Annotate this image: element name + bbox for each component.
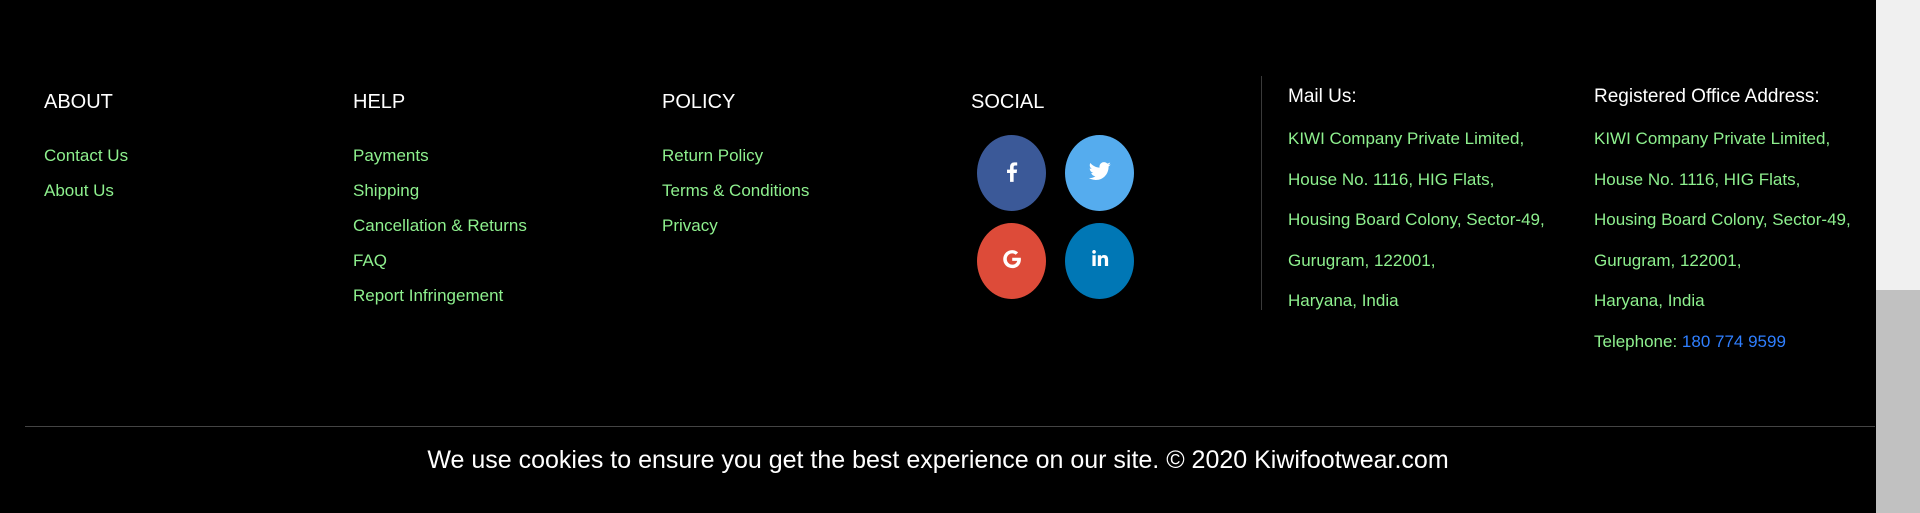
- help-column: HELP Payments Shipping Cancellation & Re…: [353, 90, 527, 313]
- social-title: SOCIAL: [971, 91, 1045, 113]
- telephone-label: Telephone:: [1594, 331, 1678, 351]
- mail-address-line: Gurugram, 122001,: [1288, 250, 1436, 270]
- facebook-button[interactable]: [977, 135, 1046, 211]
- linkedin-button[interactable]: [1065, 223, 1134, 299]
- horizontal-divider: [25, 426, 1875, 427]
- mail-address-line: KIWI Company Private Limited,: [1288, 129, 1525, 148]
- vertical-divider: [1261, 76, 1262, 310]
- mail-address-line: House No. 1116, HIG Flats,: [1288, 169, 1495, 189]
- faq-link[interactable]: FAQ: [353, 243, 527, 278]
- telephone-number-link[interactable]: 180 774 9599: [1682, 332, 1786, 351]
- help-title: HELP: [353, 91, 406, 113]
- mail-address-line: Haryana, India: [1288, 291, 1399, 310]
- telephone-line: Telephone: 180 774 9599: [1594, 322, 1851, 363]
- privacy-link[interactable]: Privacy: [662, 208, 809, 243]
- policy-title: POLICY: [662, 91, 736, 113]
- about-column: ABOUT Contact Us About Us: [44, 90, 128, 208]
- mail-us-title: Mail Us:: [1288, 86, 1357, 107]
- cookie-copyright-notice: We use cookies to ensure you get the bes…: [427, 446, 1449, 474]
- twitter-icon: [1087, 158, 1113, 189]
- office-address-line: KIWI Company Private Limited,: [1594, 129, 1831, 148]
- report-infringement-link[interactable]: Report Infringement: [353, 278, 527, 313]
- shipping-link[interactable]: Shipping: [353, 173, 527, 208]
- contact-us-link[interactable]: Contact Us: [44, 138, 128, 173]
- google-icon: [999, 246, 1025, 277]
- mail-address-line: Housing Board Colony, Sector-49,: [1288, 210, 1545, 229]
- scrollbar-thumb[interactable]: [1876, 290, 1920, 513]
- office-address-line: Haryana, India: [1594, 291, 1705, 310]
- office-address-line: House No. 1116, HIG Flats,: [1594, 169, 1801, 189]
- linkedin-icon: [1087, 246, 1113, 277]
- about-title: ABOUT: [44, 91, 113, 113]
- payments-link[interactable]: Payments: [353, 138, 527, 173]
- mail-us-column: Mail Us: KIWI Company Private Limited, H…: [1288, 85, 1545, 322]
- terms-conditions-link[interactable]: Terms & Conditions: [662, 173, 809, 208]
- facebook-icon: [999, 158, 1025, 189]
- site-footer: ABOUT Contact Us About Us HELP Payments …: [0, 0, 1876, 513]
- registered-office-title: Registered Office Address:: [1594, 86, 1820, 107]
- vertical-scrollbar[interactable]: [1876, 0, 1920, 513]
- office-address-line: Housing Board Colony, Sector-49,: [1594, 210, 1851, 229]
- google-button[interactable]: [977, 223, 1046, 299]
- policy-column: POLICY Return Policy Terms & Conditions …: [662, 90, 809, 243]
- cancellation-returns-link[interactable]: Cancellation & Returns: [353, 208, 527, 243]
- return-policy-link[interactable]: Return Policy: [662, 138, 809, 173]
- twitter-button[interactable]: [1065, 135, 1134, 211]
- registered-office-column: Registered Office Address: KIWI Company …: [1594, 85, 1851, 362]
- social-column: SOCIAL: [971, 90, 1044, 138]
- about-us-link[interactable]: About Us: [44, 173, 128, 208]
- office-address-line: Gurugram, 122001,: [1594, 250, 1742, 270]
